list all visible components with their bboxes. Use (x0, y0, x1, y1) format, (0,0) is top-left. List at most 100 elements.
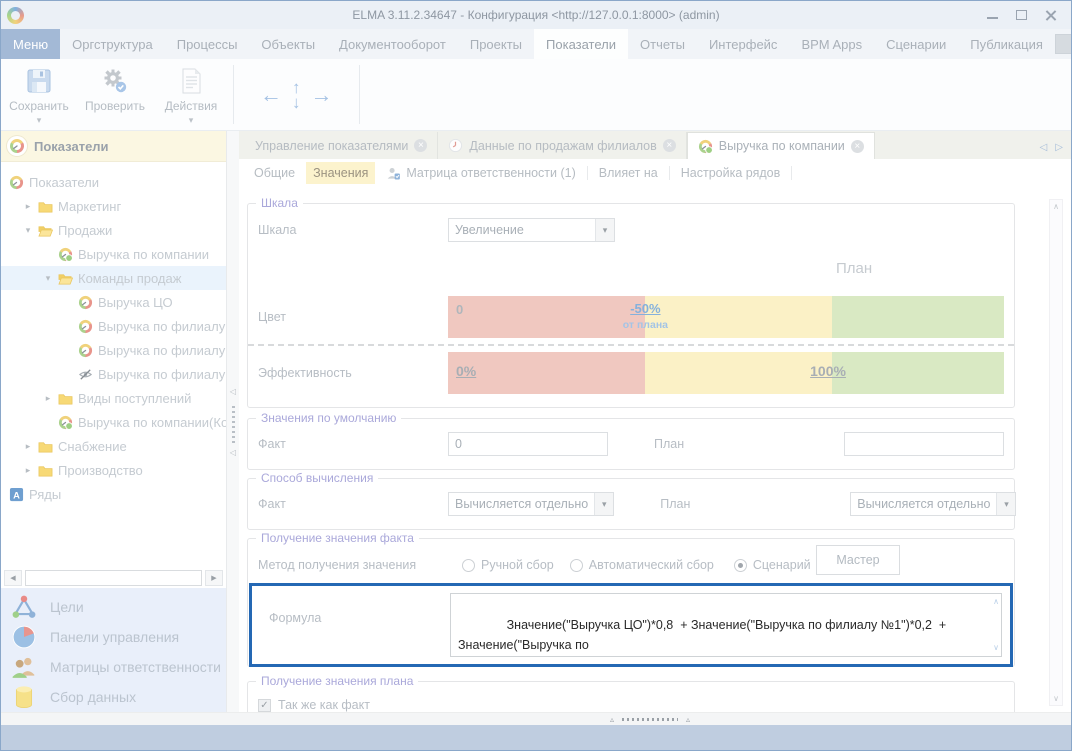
expander-collapsed-icon[interactable]: ▸ (23, 201, 33, 212)
tab-scroll-prev-icon[interactable]: ◁ (1040, 142, 1048, 153)
expander-collapsed-icon[interactable]: ▸ (23, 465, 33, 476)
radio-automatic[interactable] (570, 559, 583, 572)
max-toggle[interactable]: MAX (1055, 34, 1072, 54)
content-scrollbar[interactable]: ∧ ∨ (1049, 199, 1063, 706)
master-button[interactable]: Мастер (816, 545, 900, 575)
splitter-handle[interactable] (622, 718, 678, 721)
scale-segment-red[interactable] (448, 296, 645, 338)
efficiency-start-link[interactable]: 0% (456, 363, 476, 379)
scale-select[interactable]: Увеличение ▾ (448, 218, 615, 242)
tree-item-revenue-branch2[interactable]: Выручка по филиалу №2 (1, 338, 226, 362)
radio-manual[interactable] (462, 559, 475, 572)
menu-item-publication[interactable]: Публикация (958, 29, 1055, 59)
splitter-handle[interactable] (232, 406, 235, 444)
tab-company-revenue[interactable]: Выручка по компании × (687, 132, 875, 159)
actions-button[interactable]: Действия ▾ (153, 59, 229, 130)
tree-item-sales-teams[interactable]: ▾ Команды продаж (1, 266, 226, 290)
tree-item-revenue-branch2-hidden[interactable]: Выручка по филиалу №2 (1, 362, 226, 386)
collapse-left-icon[interactable]: ◁ (230, 387, 236, 396)
horizontal-splitter[interactable]: ▵ ▵ (1, 712, 1071, 725)
radio-script[interactable] (734, 559, 747, 572)
scale-segment-yellow[interactable] (645, 296, 831, 338)
check-button[interactable]: Проверить (77, 59, 153, 130)
subtab-general[interactable]: Общие (247, 162, 302, 184)
splitter-collapse-icon[interactable]: ▵ (686, 715, 690, 724)
scale-segment-yellow[interactable] (645, 352, 831, 394)
scroll-up-icon[interactable]: ∧ (993, 596, 999, 608)
formula-input[interactable]: Значение("Выручка ЦО")*0,8 + Значение("В… (450, 593, 1002, 657)
scrollbar-track[interactable] (25, 570, 202, 586)
save-button[interactable]: Сохранить ▾ (1, 59, 77, 130)
maximize-icon[interactable] (1016, 10, 1027, 20)
splitter-collapse-icon[interactable]: ▵ (610, 715, 614, 724)
menu-item-objects[interactable]: Объекты (249, 29, 327, 59)
nav-item-data-collection[interactable]: Сбор данных (11, 682, 226, 712)
subtab-affects[interactable]: Влияет на (592, 162, 665, 184)
tree-item-supply[interactable]: ▸ Снабжение (1, 434, 226, 458)
tree-item-series[interactable]: A Ряды (1, 482, 226, 506)
plan-default-input[interactable] (844, 432, 1004, 456)
tree-item-company-revenue-copy[interactable]: Выручка по компании(Копия (1, 410, 226, 434)
tab-close-icon[interactable]: × (663, 139, 676, 152)
scroll-down-icon[interactable]: ∨ (1053, 694, 1059, 703)
menu-item-reports[interactable]: Отчеты (628, 29, 697, 59)
plan-calc-select[interactable]: Вычисляется отдельно ▾ (850, 492, 1016, 516)
tree-item-income-types[interactable]: ▸ Виды поступлений (1, 386, 226, 410)
same-as-fact-label[interactable]: Так же как факт (278, 698, 370, 712)
nav-item-dashboards[interactable]: Панели управления (11, 622, 226, 652)
nav-right-icon[interactable]: → (311, 82, 333, 108)
sidebar-splitter[interactable]: ◁ ◁ (227, 131, 239, 712)
radio-manual-label[interactable]: Ручной сбор (481, 558, 554, 572)
minimize-icon[interactable] (987, 11, 998, 19)
tree-item-indicators-root[interactable]: Показатели (1, 170, 226, 194)
menu-item-orgstructure[interactable]: Оргструктура (60, 29, 165, 59)
tab-close-icon[interactable]: × (851, 140, 864, 153)
scale-segment-green[interactable] (832, 352, 1004, 394)
menu-item-docflow[interactable]: Документооборот (327, 29, 458, 59)
same-as-fact-checkbox[interactable]: ✓ (258, 699, 271, 712)
close-icon[interactable] (1045, 9, 1057, 21)
radio-automatic-label[interactable]: Автоматический сбор (589, 558, 714, 572)
nav-item-responsibility-matrices[interactable]: Матрицы ответственности (11, 652, 226, 682)
expander-expanded-icon[interactable]: ▾ (43, 273, 53, 284)
color-scale-bar[interactable]: 0 -50% от плана (448, 296, 1004, 338)
menu-item-processes[interactable]: Процессы (165, 29, 250, 59)
menu-item-interface[interactable]: Интерфейс (697, 29, 789, 59)
collapse-left-icon[interactable]: ◁ (230, 448, 236, 457)
tab-close-icon[interactable]: × (414, 139, 427, 152)
tree-item-revenue-branch1[interactable]: Выручка по филиалу №1 (1, 314, 226, 338)
tree-item-company-revenue[interactable]: Выручка по компании (1, 242, 226, 266)
tab-scroll-next-icon[interactable]: ▷ (1055, 142, 1063, 153)
nav-down-icon[interactable]: ↓ (292, 95, 301, 110)
expander-collapsed-icon[interactable]: ▸ (23, 441, 33, 452)
scale-segment-red[interactable] (448, 352, 645, 394)
efficiency-scale-bar[interactable]: 0% 100% (448, 352, 1004, 394)
scale-segment-green[interactable] (832, 296, 1004, 338)
tree-item-revenue-co[interactable]: Выручка ЦО (1, 290, 226, 314)
tree-item-production[interactable]: ▸ Производство (1, 458, 226, 482)
fact-calc-select[interactable]: Вычисляется отдельно ▾ (448, 492, 614, 516)
scroll-right-icon[interactable]: ▶ (205, 570, 223, 586)
expander-collapsed-icon[interactable]: ▸ (43, 393, 53, 404)
scroll-left-icon[interactable]: ◀ (4, 570, 22, 586)
tree-item-sales[interactable]: ▾ Продажи (1, 218, 226, 242)
scroll-down-icon[interactable]: ∨ (993, 642, 999, 654)
threshold-link[interactable]: -50% от плана (623, 301, 668, 331)
menu-item-scripts[interactable]: Сценарии (874, 29, 958, 59)
menu-item-menu[interactable]: Меню (1, 29, 60, 59)
nav-left-icon[interactable]: ← (260, 82, 282, 108)
subtab-values[interactable]: Значения (306, 162, 375, 184)
expander-expanded-icon[interactable]: ▾ (23, 225, 33, 236)
scroll-up-icon[interactable]: ∧ (1053, 202, 1059, 211)
menu-item-indicators[interactable]: Показатели (534, 29, 628, 59)
nav-item-goals[interactable]: Цели (11, 592, 226, 622)
efficiency-end-link[interactable]: 100% (810, 363, 846, 379)
fact-default-input[interactable]: 0 (448, 432, 608, 456)
tree-item-marketing[interactable]: ▸ Маркетинг (1, 194, 226, 218)
menu-item-bpm-apps[interactable]: BPM Apps (789, 29, 874, 59)
tab-indicator-management[interactable]: Управление показателями × (245, 132, 438, 159)
subtab-series-settings[interactable]: Настройка рядов (674, 162, 787, 184)
subtab-responsibility-matrix[interactable]: Матрица ответственности (1) (379, 162, 582, 185)
menu-item-projects[interactable]: Проекты (458, 29, 534, 59)
threshold-link-value[interactable]: -50% (630, 301, 660, 316)
